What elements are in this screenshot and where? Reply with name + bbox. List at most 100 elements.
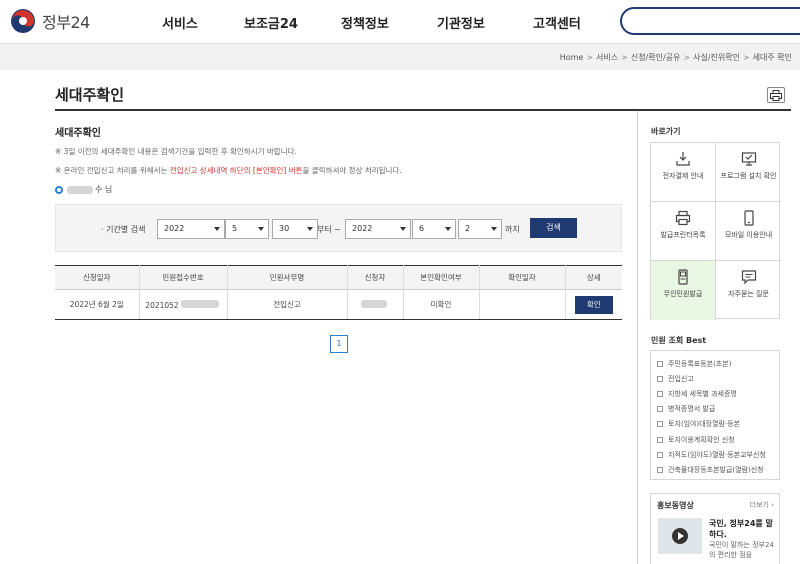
quick-link-program-check[interactable]: 프로그램 설치 확인 bbox=[716, 143, 781, 202]
quick-link-payment[interactable]: 전자결제 안내 bbox=[651, 143, 716, 202]
mobile-icon bbox=[743, 210, 754, 226]
results-table: 신청일자 민원접수번호 민원사무명 신청자 본인확인여부 확인일자 상세 202… bbox=[55, 265, 622, 320]
print-button[interactable] bbox=[767, 87, 785, 103]
col-service: 민원사무명 bbox=[227, 265, 348, 290]
breadcrumb-separator: > bbox=[621, 53, 628, 62]
quick-link-label: 전자결제 안내 bbox=[662, 172, 704, 180]
printer-icon bbox=[770, 89, 782, 101]
notice-online-move: ※ 온라인 전입신고 처리를 위해서는 전입신고 상세내역 하단의 [본인확인]… bbox=[55, 165, 402, 176]
to-year-select[interactable]: 2022 bbox=[345, 219, 411, 239]
breadcrumb-services[interactable]: 서비스 bbox=[596, 53, 618, 62]
search-button[interactable]: 검색 bbox=[530, 218, 577, 238]
list-item-label: 토지(임야)대장열람·등본 bbox=[668, 420, 741, 429]
col-receipt-no: 민원접수번호 bbox=[139, 265, 228, 290]
breadcrumb-separator: > bbox=[683, 53, 691, 62]
from-year-select[interactable]: 2022 bbox=[157, 219, 225, 239]
page-title: 세대주확인 bbox=[55, 86, 125, 104]
promo-video-thumbnail[interactable] bbox=[658, 518, 702, 554]
list-item[interactable]: 병적증명서 발급 bbox=[657, 402, 773, 417]
title-divider bbox=[55, 109, 791, 111]
nav-customer-center[interactable]: 고객센터 bbox=[533, 13, 581, 32]
user-name: 수 님 bbox=[55, 184, 112, 195]
list-item[interactable]: 지방세 세목별 과세증명 bbox=[657, 386, 773, 401]
notice-period: ※ 3일 이전의 세대주확인 내용은 검색기간을 입력한 후 확인하시기 바랍니… bbox=[55, 147, 297, 156]
promo-description: 국민이 말하는 정부24의 편리한 점을 bbox=[709, 541, 774, 559]
quick-link-faq[interactable]: 자주묻는 질문 bbox=[716, 261, 781, 320]
table-row: 2022년 6월 2일 2021052 전입신고 미확인 확인 bbox=[55, 289, 622, 320]
breadcrumb-home[interactable]: Home bbox=[560, 53, 584, 62]
search-input[interactable] bbox=[620, 7, 800, 35]
kiosk-icon bbox=[678, 269, 688, 285]
quick-link-label: 자주묻는 질문 bbox=[728, 290, 769, 298]
breadcrumb-verify[interactable]: 사실/진위확인 bbox=[693, 53, 740, 62]
taegeuk-logo-icon bbox=[11, 9, 35, 33]
to-month-value: 6 bbox=[419, 224, 425, 233]
document-icon bbox=[657, 360, 663, 367]
quick-link-label: 발급프린터목록 bbox=[660, 231, 706, 239]
notice-text: 을 클릭하셔야 정상 처리됩니다. bbox=[302, 166, 402, 175]
to-day-select[interactable]: 2 bbox=[458, 219, 502, 239]
masked-receipt bbox=[180, 299, 219, 308]
to-year-value: 2022 bbox=[352, 224, 373, 233]
quick-link-label: 모바일 이용안내 bbox=[724, 231, 773, 239]
receipt-no-text: 2021052 bbox=[145, 300, 179, 310]
col-detail: 상세 bbox=[565, 265, 622, 290]
quick-link-mobile[interactable]: 모바일 이용안내 bbox=[716, 202, 781, 261]
to-month-select[interactable]: 6 bbox=[412, 219, 456, 239]
logo-text: 정부24 bbox=[42, 13, 90, 32]
quick-links-grid: 전자결제 안내 프로그램 설치 확인 발급프린터목록 모바일 이용안내 무인민원… bbox=[650, 142, 781, 320]
nav-services[interactable]: 서비스 bbox=[162, 13, 198, 32]
promo-video-box: 홍보동영상 더보기 › 국민, 정부24를 말하다. 국민이 말하는 정부24의… bbox=[650, 493, 780, 564]
nav-policy[interactable]: 정책정보 bbox=[341, 13, 389, 32]
nav-subsidy[interactable]: 보조금24 bbox=[244, 13, 298, 32]
cell-receipt-no: 2021052 bbox=[139, 289, 228, 320]
quick-link-printers[interactable]: 발급프린터목록 bbox=[651, 202, 716, 261]
from-month-select[interactable]: 5 bbox=[225, 219, 269, 239]
nav-agency[interactable]: 기관정보 bbox=[437, 13, 485, 32]
sidebar-divider bbox=[637, 111, 638, 564]
from-day-select[interactable]: 30 bbox=[272, 219, 318, 239]
cell-confirm-date bbox=[479, 289, 566, 320]
site-header: 정부24 서비스 보조금24 정책정보 기관정보 고객센터 bbox=[0, 0, 800, 44]
period-search-label: · 기간별 검색 bbox=[101, 225, 146, 234]
breadcrumb-current: 세대주 확인 bbox=[752, 53, 792, 62]
chat-icon bbox=[741, 270, 756, 285]
printer-icon bbox=[675, 210, 691, 226]
list-item[interactable]: 건축물대장등초본발급(열람)신청 bbox=[657, 462, 773, 477]
from-text: 부터 ~ bbox=[317, 225, 341, 234]
list-item[interactable]: 지적도(임야도)열람·등본교부신청 bbox=[657, 447, 773, 462]
document-icon bbox=[657, 451, 663, 458]
confirm-button[interactable]: 확인 bbox=[574, 295, 613, 314]
document-icon bbox=[657, 436, 663, 443]
masked-applicant bbox=[361, 299, 387, 308]
list-item-label: 토지이용계획확인 신청 bbox=[668, 435, 735, 444]
page-1-button[interactable]: 1 bbox=[330, 335, 348, 353]
quick-link-kiosk[interactable]: 무인민원발급 bbox=[651, 261, 716, 320]
breadcrumb-apply[interactable]: 신청/확인/공유 bbox=[631, 53, 681, 62]
list-item[interactable]: 전입신고 bbox=[657, 371, 773, 386]
cell-service: 전입신고 bbox=[227, 289, 348, 320]
list-item[interactable]: 토지이용계획확인 신청 bbox=[657, 432, 773, 447]
list-item[interactable]: 주민등록표등본(초본) bbox=[657, 356, 773, 371]
logo[interactable]: 정부24 bbox=[10, 8, 90, 34]
promo-headline[interactable]: 국민, 정부24를 말하다. bbox=[709, 518, 775, 540]
col-date: 신청일자 bbox=[55, 265, 140, 290]
promo-title: 홍보동영상 bbox=[657, 501, 694, 510]
best-title: 민원 조회 Best bbox=[651, 336, 707, 345]
notice-highlight: 전입신고 상세내역 하단의 [본인확인] 버튼 bbox=[169, 166, 303, 175]
col-verified: 본인확인여부 bbox=[403, 265, 480, 290]
list-item[interactable]: 토지(임야)대장열람·등본 bbox=[657, 417, 773, 432]
cell-date: 2022년 6월 2일 bbox=[55, 289, 140, 320]
quick-links-title: 바로가기 bbox=[651, 127, 681, 136]
section-title: 세대주확인 bbox=[55, 128, 101, 139]
list-item-label: 병적증명서 발급 bbox=[668, 405, 716, 414]
breadcrumb: Home > 서비스 > 신청/확인/공유 > 사실/진위확인 > 세대주 확인 bbox=[560, 52, 792, 63]
col-confirm-date: 확인일자 bbox=[479, 265, 566, 290]
breadcrumb-separator: > bbox=[586, 53, 594, 62]
monitor-icon bbox=[741, 152, 756, 166]
document-icon bbox=[657, 421, 663, 428]
promo-more-link[interactable]: 더보기 › bbox=[750, 500, 774, 510]
masked-name bbox=[67, 185, 93, 194]
chevron-down-icon bbox=[445, 227, 451, 231]
quick-link-label: 프로그램 설치 확인 bbox=[720, 172, 777, 180]
